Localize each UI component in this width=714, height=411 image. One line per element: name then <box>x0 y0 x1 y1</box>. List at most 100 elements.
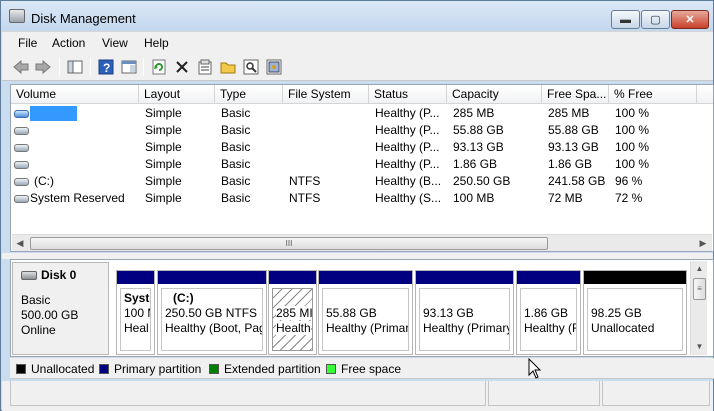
volume-name <box>30 106 77 121</box>
volume-free-space: 93.13 GB <box>548 140 599 154</box>
volume-status: Healthy (P... <box>375 140 440 154</box>
scroll-left-icon[interactable]: ◀ <box>13 237 27 250</box>
partition-system-reserved[interactable]: Syste 100 M Heal <box>116 270 155 355</box>
maximize-button[interactable]: ▢ <box>641 10 670 29</box>
volume-row[interactable]: Simple Basic Healthy (P... 285 MB 285 MB… <box>11 105 713 122</box>
column-header-capacity[interactable]: Capacity <box>447 85 542 104</box>
menu-action[interactable]: Action <box>52 36 85 50</box>
volume-free-space: 1.86 GB <box>548 157 593 171</box>
partition-unallocated[interactable]: 98.25 GB Unallocated <box>583 270 687 355</box>
partition-55gb[interactable]: 55.88 GB Healthy (Primar <box>318 270 413 355</box>
partition-c[interactable]: (C:) 250.50 GB NTFS Healthy (Boot, Pag <box>157 270 267 355</box>
column-header-status[interactable]: Status <box>369 85 447 104</box>
volume-free-space: 241.58 GB <box>548 174 606 188</box>
disk-0-label[interactable]: Disk 0 Basic 500.00 GB Online <box>12 262 109 355</box>
scroll-down-icon[interactable]: ▼ <box>693 341 706 353</box>
volume-row[interactable]: Simple Basic Healthy (P... 93.13 GB 93.1… <box>11 139 713 156</box>
status-panel <box>488 381 600 406</box>
volume-status: Healthy (B... <box>375 174 442 188</box>
horizontal-scroll-thumb[interactable]: III <box>30 237 548 250</box>
open-icon[interactable] <box>219 58 237 76</box>
partition-label <box>423 291 506 306</box>
toolbar: ? <box>2 53 713 81</box>
legend-item-free-space: Free space <box>326 362 401 376</box>
volume-file-system: NTFS <box>289 174 321 188</box>
menu-file[interactable]: File <box>18 36 37 50</box>
partition-status: Healthy (Boot, Pag <box>165 321 263 335</box>
partition-size: 93.13 GB <box>423 306 474 320</box>
volume-drive-icon <box>14 144 29 152</box>
volume-status: Healthy (P... <box>375 157 440 171</box>
horizontal-scrollbar[interactable]: ◀ III ▶ <box>12 234 712 251</box>
volume-list-header: Volume Layout Type File System Status Ca… <box>11 85 713 104</box>
properties-pane-icon[interactable] <box>120 58 138 76</box>
vertical-scrollbar[interactable]: ▲ ≡ ▼ <box>690 261 707 355</box>
column-header-percent-free[interactable]: % Free <box>609 85 697 104</box>
legend-label: Free space <box>341 362 402 376</box>
partition-body: 98.25 GB Unallocated <box>587 288 683 351</box>
volume-percent-free: 100 % <box>615 106 650 120</box>
volume-drive-icon <box>14 161 29 169</box>
partition-status: Heal <box>124 321 149 335</box>
toolbar-separator <box>143 58 144 76</box>
disk-size: 500.00 GB <box>21 308 79 322</box>
legend-swatch <box>99 364 109 374</box>
partition-93gb[interactable]: 93.13 GB Healthy (Primary <box>415 270 514 355</box>
volume-row[interactable]: (C:) Simple Basic NTFS Healthy (B... 250… <box>11 173 713 190</box>
partition-1gb[interactable]: 1.86 GB Healthy (F <box>516 270 581 355</box>
legend-label: Primary partition <box>114 362 202 376</box>
menu-view[interactable]: View <box>102 36 128 50</box>
scroll-right-icon[interactable]: ▶ <box>696 237 710 250</box>
column-header-file-system[interactable]: File System <box>283 85 369 104</box>
forward-icon[interactable] <box>34 58 52 76</box>
volume-row[interactable]: Simple Basic Healthy (P... 55.88 GB 55.8… <box>11 122 713 139</box>
partition-status: Health <box>276 321 311 335</box>
volume-drive-icon <box>14 195 29 203</box>
volume-row[interactable]: Simple Basic Healthy (P... 1.86 GB 1.86 … <box>11 156 713 173</box>
volume-capacity: 1.86 GB <box>453 157 498 171</box>
export-icon[interactable] <box>265 58 283 76</box>
partition-size: 100 M <box>124 306 150 320</box>
column-header-free-space[interactable]: Free Spa... <box>542 85 609 104</box>
scroll-up-icon[interactable]: ▲ <box>693 263 706 275</box>
close-button[interactable]: ✕ <box>671 10 709 29</box>
properties-icon[interactable] <box>196 58 214 76</box>
back-icon[interactable] <box>12 58 30 76</box>
partition-body: Syste 100 M Heal <box>120 288 151 351</box>
partition-label <box>524 291 573 306</box>
partition-body: 93.13 GB Healthy (Primary <box>419 288 510 351</box>
column-header-volume[interactable]: Volume <box>11 85 139 104</box>
volume-layout: Simple <box>145 191 182 205</box>
partition-body: 285 MI Health <box>272 288 313 351</box>
refresh-icon[interactable] <box>150 58 168 76</box>
vertical-scroll-thumb[interactable]: ≡ <box>693 278 706 300</box>
column-header-type[interactable]: Type <box>215 85 283 104</box>
disk-status: Online <box>21 323 56 337</box>
volume-capacity: 285 MB <box>453 106 495 120</box>
volume-layout: Simple <box>145 106 182 120</box>
volume-type: Basic <box>221 123 251 137</box>
volume-layout: Simple <box>145 140 182 154</box>
search-icon[interactable] <box>242 58 260 76</box>
disk-graphical-view: Disk 0 Basic 500.00 GB Online Syste 100 … <box>10 259 714 357</box>
partition-285mb-selected[interactable]: 285 MI Health <box>268 270 317 355</box>
volume-drive-icon <box>14 178 29 186</box>
partition-status: Healthy (Primar <box>326 321 409 335</box>
show-hide-console-tree-icon[interactable] <box>66 58 84 76</box>
legend-swatch <box>209 364 219 374</box>
volume-row[interactable]: System Reserved Simple Basic NTFS Health… <box>11 190 713 207</box>
volume-status: Healthy (S... <box>375 191 442 205</box>
volume-type: Basic <box>221 174 251 188</box>
volume-list: Volume Layout Type File System Status Ca… <box>10 84 714 252</box>
help-icon[interactable]: ? <box>97 58 115 76</box>
delete-icon[interactable] <box>173 58 191 76</box>
partition-type-bar <box>319 271 412 284</box>
toolbar-separator <box>90 58 91 76</box>
minimize-button[interactable]: ▬ <box>611 10 640 29</box>
toolbar-separator <box>59 58 60 76</box>
partition-status: Unallocated <box>591 321 655 335</box>
volume-layout: Simple <box>145 157 182 171</box>
title-bar[interactable]: Disk Management ▬ ▢ ✕ <box>1 1 713 31</box>
menu-help[interactable]: Help <box>144 36 169 50</box>
column-header-layout[interactable]: Layout <box>139 85 215 104</box>
